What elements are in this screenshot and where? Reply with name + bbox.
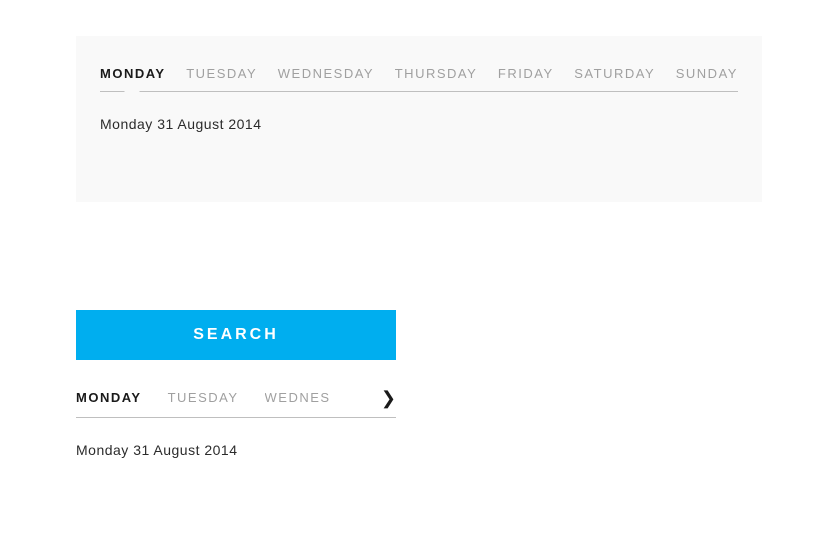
tab-monday[interactable]: MONDAY	[100, 66, 166, 81]
tab-saturday[interactable]: SATURDAY	[574, 66, 655, 81]
active-indicator-icon	[124, 84, 140, 92]
tab-tuesday[interactable]: TUESDAY	[168, 390, 239, 405]
tab-tuesday[interactable]: TUESDAY	[186, 66, 257, 81]
search-button[interactable]: SEARCH	[76, 310, 396, 360]
tab-monday[interactable]: MONDAY	[76, 390, 142, 405]
tab-wednesday[interactable]: WEDNESDAY	[278, 66, 374, 81]
tab-sunday[interactable]: SUNDAY	[676, 66, 738, 81]
tab-friday[interactable]: FRIDAY	[498, 66, 554, 81]
wide-day-selector: MONDAY TUESDAY WEDNESDAY THURSDAY FRIDAY…	[76, 36, 762, 202]
narrow-day-selector: SEARCH MONDAY TUESDAY WEDNES ❯ Monday 31…	[76, 310, 396, 458]
scroll-right-icon[interactable]: ❯	[377, 388, 396, 409]
tab-thursday[interactable]: THURSDAY	[395, 66, 478, 81]
active-indicator-icon	[96, 410, 112, 418]
day-tabs: MONDAY TUESDAY WEDNESDAY THURSDAY FRIDAY…	[100, 66, 738, 92]
day-tabs-compact: MONDAY TUESDAY WEDNES ❯	[76, 360, 396, 418]
tab-wednesday[interactable]: WEDNES	[265, 390, 331, 405]
selected-date: Monday 31 August 2014	[76, 442, 396, 458]
selected-date: Monday 31 August 2014	[100, 116, 738, 132]
